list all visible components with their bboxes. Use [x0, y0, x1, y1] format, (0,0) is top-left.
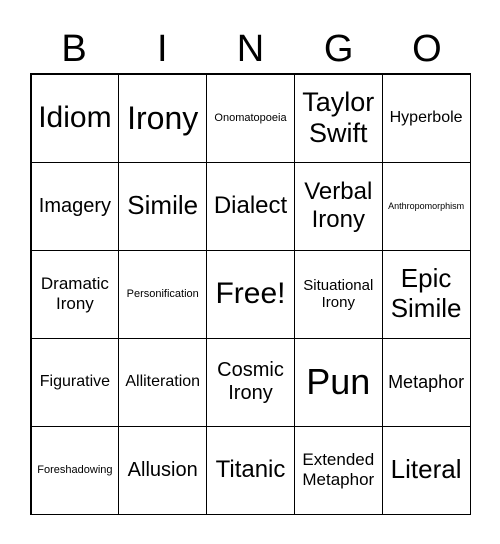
bingo-cell[interactable]: Dialect [206, 161, 295, 251]
bingo-cell[interactable]: Foreshadowing [30, 425, 120, 515]
bingo-cell[interactable]: Pun [293, 337, 383, 427]
bingo-cell[interactable]: Cosmic Irony [206, 337, 295, 427]
bingo-cell[interactable]: Personification [118, 249, 208, 339]
bingo-cell[interactable]: Figurative [30, 337, 120, 427]
bingo-cell[interactable]: Titanic [206, 425, 295, 515]
bingo-cell[interactable]: Epic Simile [381, 249, 471, 339]
header-letter-g: G [323, 28, 354, 70]
bingo-cell[interactable]: Anthropomorphism [381, 161, 471, 251]
free-space-cell[interactable]: Free! [206, 249, 295, 339]
bingo-cell[interactable]: Dramatic Irony [30, 249, 120, 339]
bingo-cell[interactable]: Hyperbole [381, 73, 471, 163]
bingo-cell[interactable]: Onomatopoeia [206, 73, 295, 163]
bingo-cell[interactable]: Literal [381, 425, 471, 515]
bingo-cell[interactable]: Metaphor [381, 337, 471, 427]
bingo-cell[interactable]: Situational Irony [293, 249, 383, 339]
bingo-cell[interactable]: Simile [118, 161, 208, 251]
bingo-cell[interactable]: Idiom [30, 73, 120, 163]
bingo-cell[interactable]: Taylor Swift [293, 73, 383, 163]
bingo-header: B I N G O [30, 26, 471, 72]
bingo-cell[interactable]: Extended Metaphor [293, 425, 383, 515]
bingo-cell[interactable]: Verbal Irony [293, 161, 383, 251]
bingo-cell[interactable]: Irony [118, 73, 208, 163]
bingo-cell[interactable]: Imagery [30, 161, 120, 251]
header-letter-o: O [412, 28, 442, 70]
bingo-cell[interactable]: Allusion [118, 425, 208, 515]
bingo-cell[interactable]: Alliteration [118, 337, 208, 427]
bingo-grid: Idiom Irony Onomatopoeia Taylor Swift Hyperb… [30, 73, 471, 515]
header-letter-n: N [236, 28, 265, 70]
header-letter-i: I [157, 28, 168, 70]
header-letter-b: B [61, 28, 87, 70]
